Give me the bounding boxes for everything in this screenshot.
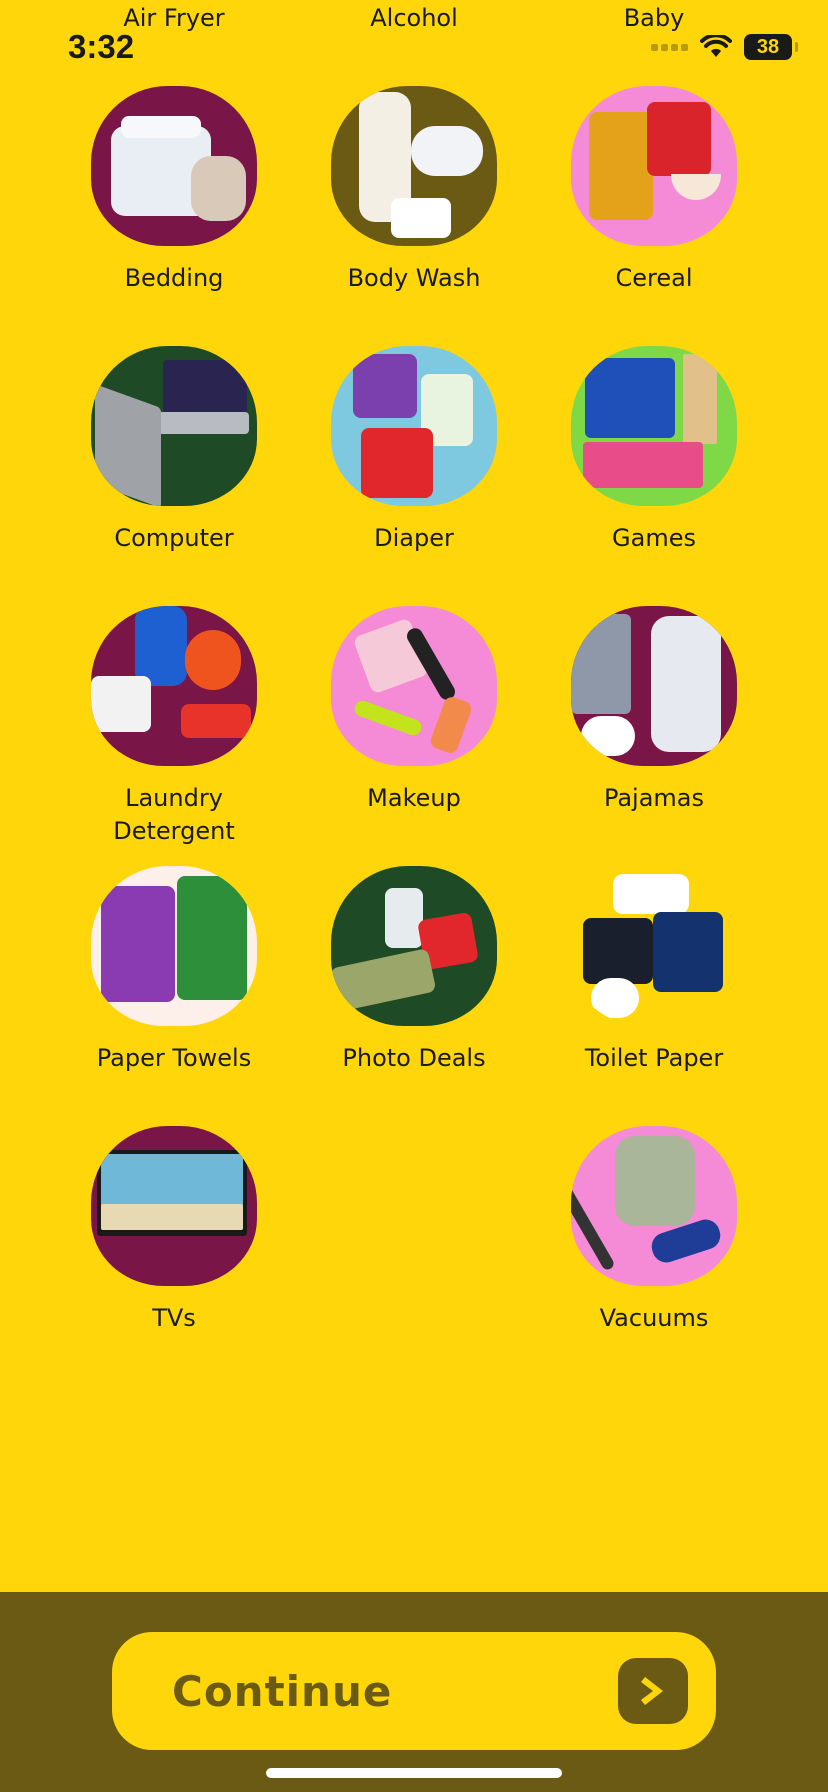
tile-label: Toilet Paper bbox=[584, 1044, 724, 1072]
category-tile-cereal[interactable]: Cereal bbox=[534, 86, 774, 295]
category-tile-photo-deals[interactable]: Photo Deals bbox=[294, 866, 534, 1075]
arrow-right-icon bbox=[618, 1658, 688, 1724]
makeup-image bbox=[331, 606, 497, 766]
tile-label: TVs bbox=[152, 1304, 196, 1332]
category-tile-laundry-detergent[interactable]: Laundry Detergent bbox=[54, 606, 294, 848]
laundry-detergent-image bbox=[91, 606, 257, 766]
tile-label: Games bbox=[612, 524, 696, 552]
tile-label: Bedding bbox=[124, 264, 224, 292]
photo-deals-image bbox=[331, 866, 497, 1026]
category-label-alcohol[interactable]: Alcohol bbox=[294, 4, 534, 32]
tile-label: Laundry Detergent bbox=[113, 784, 235, 845]
category-tile-diaper[interactable]: Diaper bbox=[294, 346, 534, 555]
category-tile-toilet-paper[interactable]: Toilet Paper bbox=[534, 866, 774, 1075]
body-wash-image bbox=[331, 86, 497, 246]
tile-label: Cereal bbox=[615, 264, 693, 292]
category-label-baby[interactable]: Baby bbox=[534, 4, 774, 32]
category-tile-body-wash[interactable]: Body Wash bbox=[294, 86, 534, 295]
toilet-paper-image bbox=[571, 866, 737, 1026]
tile-label: Paper Towels bbox=[96, 1044, 252, 1072]
status-time: 3:32 bbox=[68, 28, 135, 65]
continue-button[interactable]: Continue bbox=[112, 1632, 716, 1750]
games-image bbox=[571, 346, 737, 506]
tile-label: Vacuums bbox=[599, 1304, 709, 1332]
category-tile-tvs[interactable]: TVs bbox=[54, 1126, 294, 1335]
home-indicator bbox=[266, 1768, 562, 1778]
footer-bar: Continue bbox=[0, 1592, 828, 1792]
bedding-image bbox=[91, 86, 257, 246]
diaper-image bbox=[331, 346, 497, 506]
status-icons: 38 bbox=[651, 34, 798, 60]
category-tile-games[interactable]: Games bbox=[534, 346, 774, 555]
battery-icon: 38 bbox=[744, 34, 798, 60]
tile-label: Computer bbox=[114, 524, 234, 552]
tile-label: Diaper bbox=[374, 524, 454, 552]
category-tile-bedding[interactable]: Bedding bbox=[54, 86, 294, 295]
category-tile-paper-towels[interactable]: Paper Towels bbox=[54, 866, 294, 1075]
category-tile-computer[interactable]: Computer bbox=[54, 346, 294, 555]
vacuums-image bbox=[571, 1126, 737, 1286]
computer-image bbox=[91, 346, 257, 506]
pajamas-image bbox=[571, 606, 737, 766]
category-tile-pajamas[interactable]: Pajamas bbox=[534, 606, 774, 815]
cellular-signal-icon bbox=[651, 43, 688, 51]
tile-label: Body Wash bbox=[347, 264, 481, 292]
wifi-icon bbox=[700, 35, 732, 57]
tile-label: Photo Deals bbox=[342, 1044, 486, 1072]
tvs-image bbox=[91, 1126, 257, 1286]
paper-towels-image bbox=[91, 866, 257, 1026]
category-tile-vacuums[interactable]: Vacuums bbox=[534, 1126, 774, 1335]
tile-label: Pajamas bbox=[603, 784, 705, 812]
tile-label: Makeup bbox=[367, 784, 461, 812]
continue-label: Continue bbox=[172, 1666, 393, 1716]
category-tile-makeup[interactable]: Makeup bbox=[294, 606, 534, 815]
cereal-image bbox=[571, 86, 737, 246]
battery-level: 38 bbox=[756, 35, 780, 58]
